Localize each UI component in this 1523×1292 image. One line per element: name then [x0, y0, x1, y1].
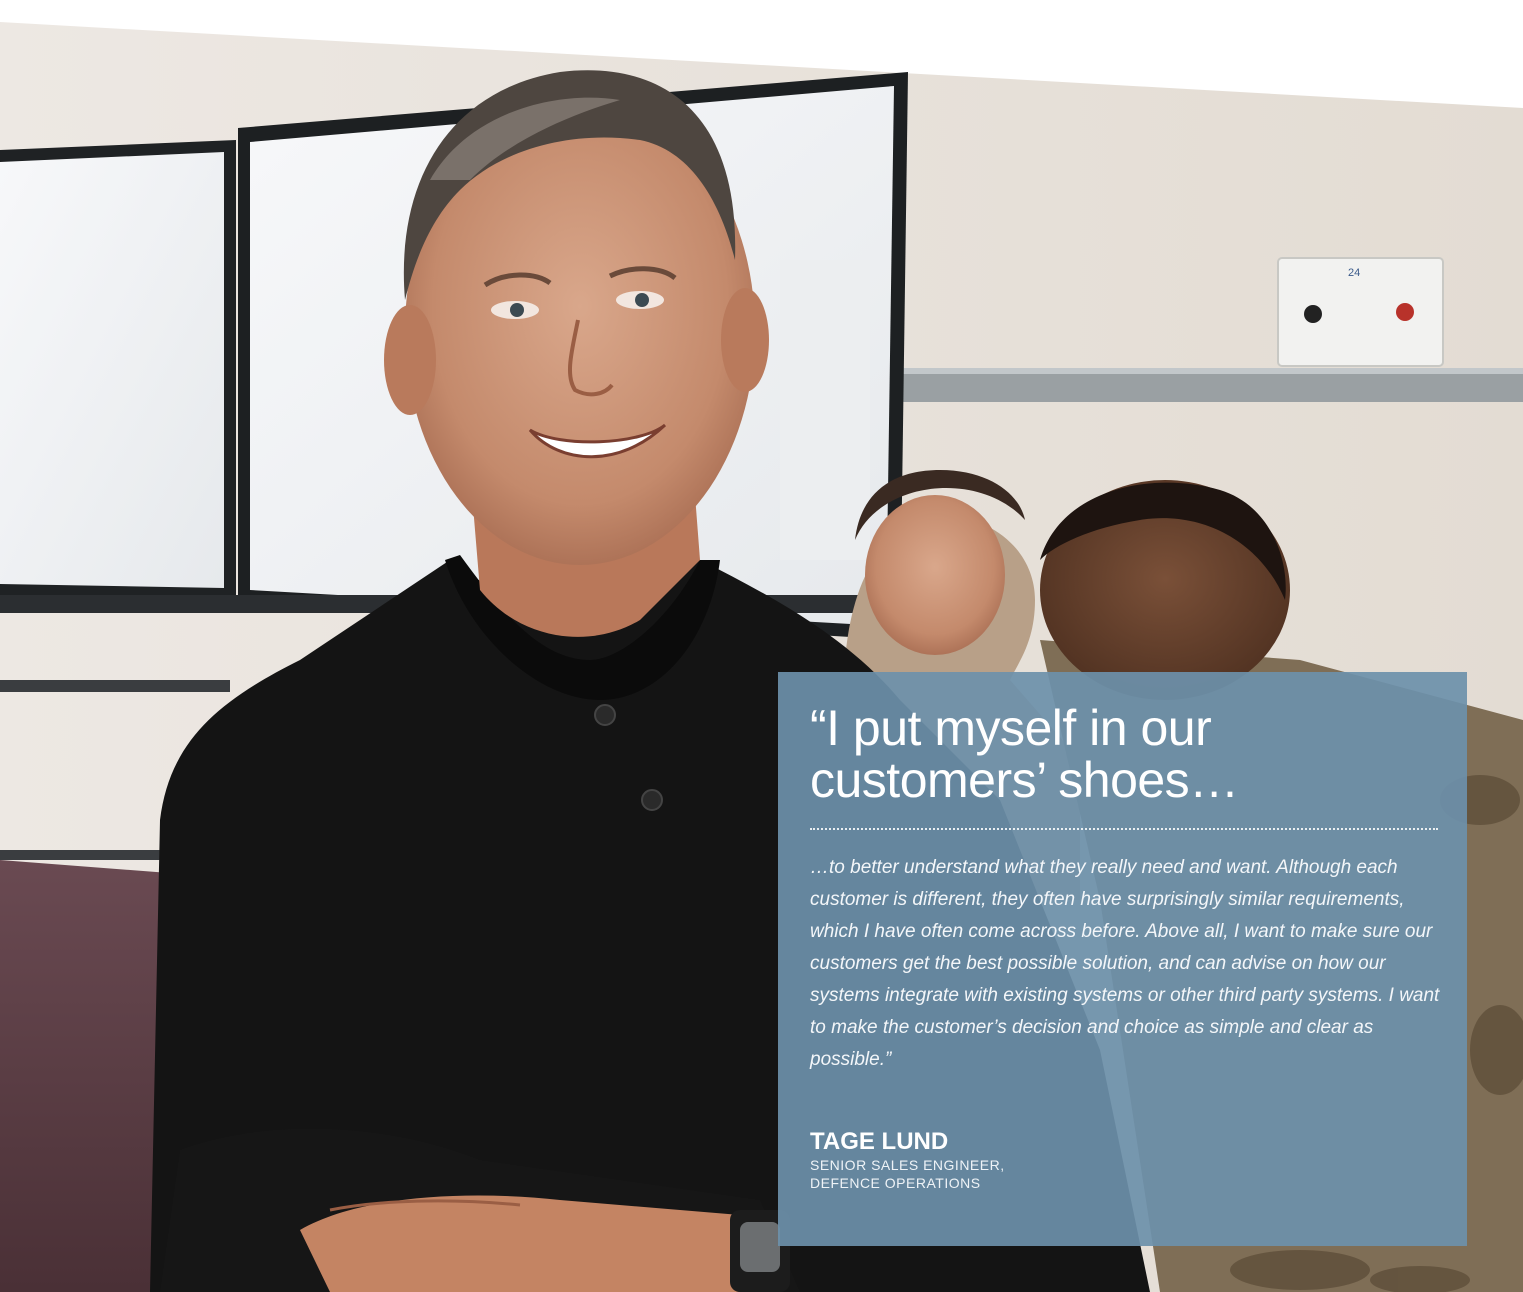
wall-switch-box — [1277, 257, 1444, 367]
quote-headline: “I put myself in our customers’ shoes… — [810, 700, 1239, 808]
svg-text:24: 24 — [1348, 267, 1360, 279]
quote-box: “I put myself in our customers’ shoes… …… — [778, 672, 1467, 1246]
dotted-divider — [810, 828, 1438, 830]
person-role-line-2: DEFENCE OPERATIONS — [810, 1175, 981, 1191]
person-name: TAGE LUND — [810, 1128, 949, 1155]
quote-body: …to better understand what they really n… — [810, 857, 1440, 1070]
whiteboard-left — [0, 140, 236, 600]
attribution: TAGE LUND SENIOR SALES ENGINEER, DEFENCE… — [810, 1128, 1437, 1192]
person-role-line-1: SENIOR SALES ENGINEER, — [810, 1157, 1005, 1173]
